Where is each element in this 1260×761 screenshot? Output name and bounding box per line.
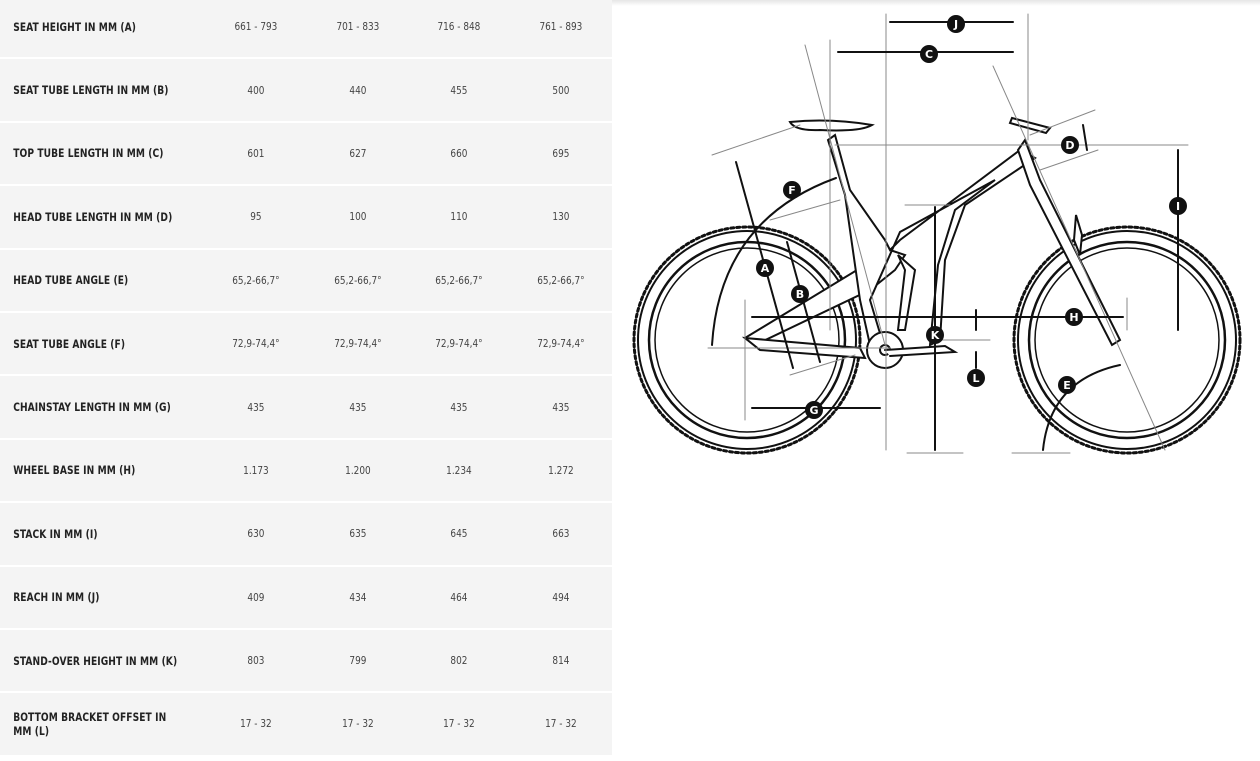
table-row: BOTTOM BRACKET OFFSET IN MM (L) 17 - 32 17… <box>0 693 612 757</box>
size-value: 803 <box>247 654 265 668</box>
table-row: REACH IN MM (J) 409 434 464 494 <box>0 567 612 630</box>
dimension-labels: A B C D E F G H I J K L <box>756 15 1187 419</box>
size-value: 799 <box>348 654 366 668</box>
dimension-label-l: L <box>972 372 979 385</box>
size-value: 494 <box>552 590 570 604</box>
row-label: HEAD TUBE ANGLE (E) <box>13 273 129 288</box>
size-value: 635 <box>348 527 366 541</box>
dimension-label-d: D <box>1065 139 1074 152</box>
table-row: HEAD TUBE LENGTH IN MM (D) 95 100 110 130 <box>0 186 612 250</box>
size-value: 130 <box>552 210 570 224</box>
size-value: 464 <box>450 590 468 604</box>
table-row: SEAT HEIGHT IN MM (A) 661 - 793 701 - 833 7… <box>0 0 612 60</box>
row-label: SEAT TUBE ANGLE (F) <box>13 336 126 351</box>
row-label: WHEEL BASE IN MM (H) <box>13 463 136 478</box>
size-value: 814 <box>552 654 570 668</box>
row-label: SEAT HEIGHT IN MM (A) <box>13 19 137 34</box>
row-label: REACH IN MM (J) <box>13 590 100 605</box>
row-label: STACK IN MM (I) <box>13 526 98 541</box>
size-value: 500 <box>552 83 570 97</box>
bike-drawing: A B C D E F G H I J K L <box>632 13 1242 455</box>
size-value: 661 - 793 <box>234 20 278 34</box>
dimension-label-f: F <box>788 184 796 197</box>
size-value: 802 <box>450 654 468 668</box>
size-value: 65,2-66,7° <box>333 273 382 287</box>
size-value: 72,9-74,4° <box>537 337 585 351</box>
table-row: STAND-OVER HEIGHT IN MM (K) 803 799 802 814 <box>0 630 612 694</box>
size-value: 455 <box>450 83 468 97</box>
size-value: 1.200 <box>344 463 371 477</box>
table-row: WHEEL BASE IN MM (H) 1.173 1.200 1.234 1.272 <box>0 440 612 504</box>
row-label: SEAT TUBE LENGTH IN MM (B) <box>13 83 169 98</box>
bike-geometry-diagram: A B C D E F G H I J K L <box>612 0 1260 757</box>
dimension-label-a: A <box>761 262 770 275</box>
size-value: 65,2-66,7° <box>231 273 280 287</box>
size-value: 65,2-66,7° <box>435 273 483 287</box>
size-value: 72,9-74,4° <box>435 337 483 351</box>
dimension-label-b: B <box>796 288 804 301</box>
size-value: 701 - 833 <box>335 20 379 34</box>
dimension-label-c: C <box>925 48 933 61</box>
row-label: HEAD TUBE LENGTH IN MM (D) <box>13 209 173 224</box>
size-value: 435 <box>450 400 468 414</box>
size-value: 630 <box>247 527 265 541</box>
size-value: 17 - 32 <box>239 717 272 731</box>
row-label: BOTTOM BRACKET OFFSET IN MM (L) <box>13 709 167 738</box>
row-label: TOP TUBE LENGTH IN MM (C) <box>13 146 164 161</box>
size-value: 72,9-74,4° <box>333 337 382 351</box>
size-value: 761 - 893 <box>539 20 583 34</box>
size-value: 435 <box>247 400 265 414</box>
size-value: 400 <box>247 83 265 97</box>
table-row: SEAT TUBE LENGTH IN MM (B) 400 440 455 500 <box>0 59 612 123</box>
table-row: HEAD TUBE ANGLE (E) 65,2-66,7° 65,2-66,7° 6… <box>0 250 612 313</box>
size-value: 95 <box>249 210 262 224</box>
table-row: CHAINSTAY LENGTH IN MM (G) 435 435 435 435 <box>0 376 612 440</box>
dimension-label-g: G <box>809 404 818 417</box>
dimension-label-h: H <box>1069 311 1078 324</box>
size-value: 17 - 32 <box>443 717 476 731</box>
size-value: 435 <box>348 400 366 414</box>
size-value: 663 <box>552 527 570 541</box>
table-row: TOP TUBE LENGTH IN MM (C) 601 627 660 695 <box>0 123 612 187</box>
size-value: 1.234 <box>446 463 473 477</box>
geometry-table: SEAT HEIGHT IN MM (A) 661 - 793 701 - 833 7… <box>0 0 612 757</box>
dimension-label-j: J <box>953 18 958 31</box>
size-value: 695 <box>552 146 570 160</box>
size-value: 65,2-66,7° <box>537 273 585 287</box>
size-value: 601 <box>247 146 265 160</box>
front-wheel <box>1012 225 1242 455</box>
size-value: 660 <box>450 146 468 160</box>
size-value: 100 <box>348 210 366 224</box>
size-value: 1.173 <box>242 463 269 477</box>
size-value: 435 <box>552 400 570 414</box>
table-row: STACK IN MM (I) 630 635 645 663 <box>0 503 612 567</box>
dimension-label-e: E <box>1063 379 1071 392</box>
size-value: 409 <box>247 590 265 604</box>
row-label: CHAINSTAY LENGTH IN MM (G) <box>13 400 171 415</box>
size-value: 72,9-74,4° <box>231 337 280 351</box>
size-value: 17 - 32 <box>545 717 577 731</box>
size-value: 716 - 848 <box>437 20 481 34</box>
size-value: 17 - 32 <box>341 717 374 731</box>
size-value: 110 <box>450 210 468 224</box>
size-value: 440 <box>348 83 366 97</box>
row-label: STAND-OVER HEIGHT IN MM (K) <box>13 653 178 668</box>
size-value: 645 <box>450 527 468 541</box>
size-value: 627 <box>348 146 366 160</box>
table-row: SEAT TUBE ANGLE (F) 72,9-74,4° 72,9-74,4° 7… <box>0 313 612 377</box>
size-value: 434 <box>348 590 366 604</box>
dimension-label-k: K <box>931 329 940 342</box>
dimension-label-i: I <box>1176 200 1180 213</box>
size-value: 1.272 <box>548 463 574 477</box>
